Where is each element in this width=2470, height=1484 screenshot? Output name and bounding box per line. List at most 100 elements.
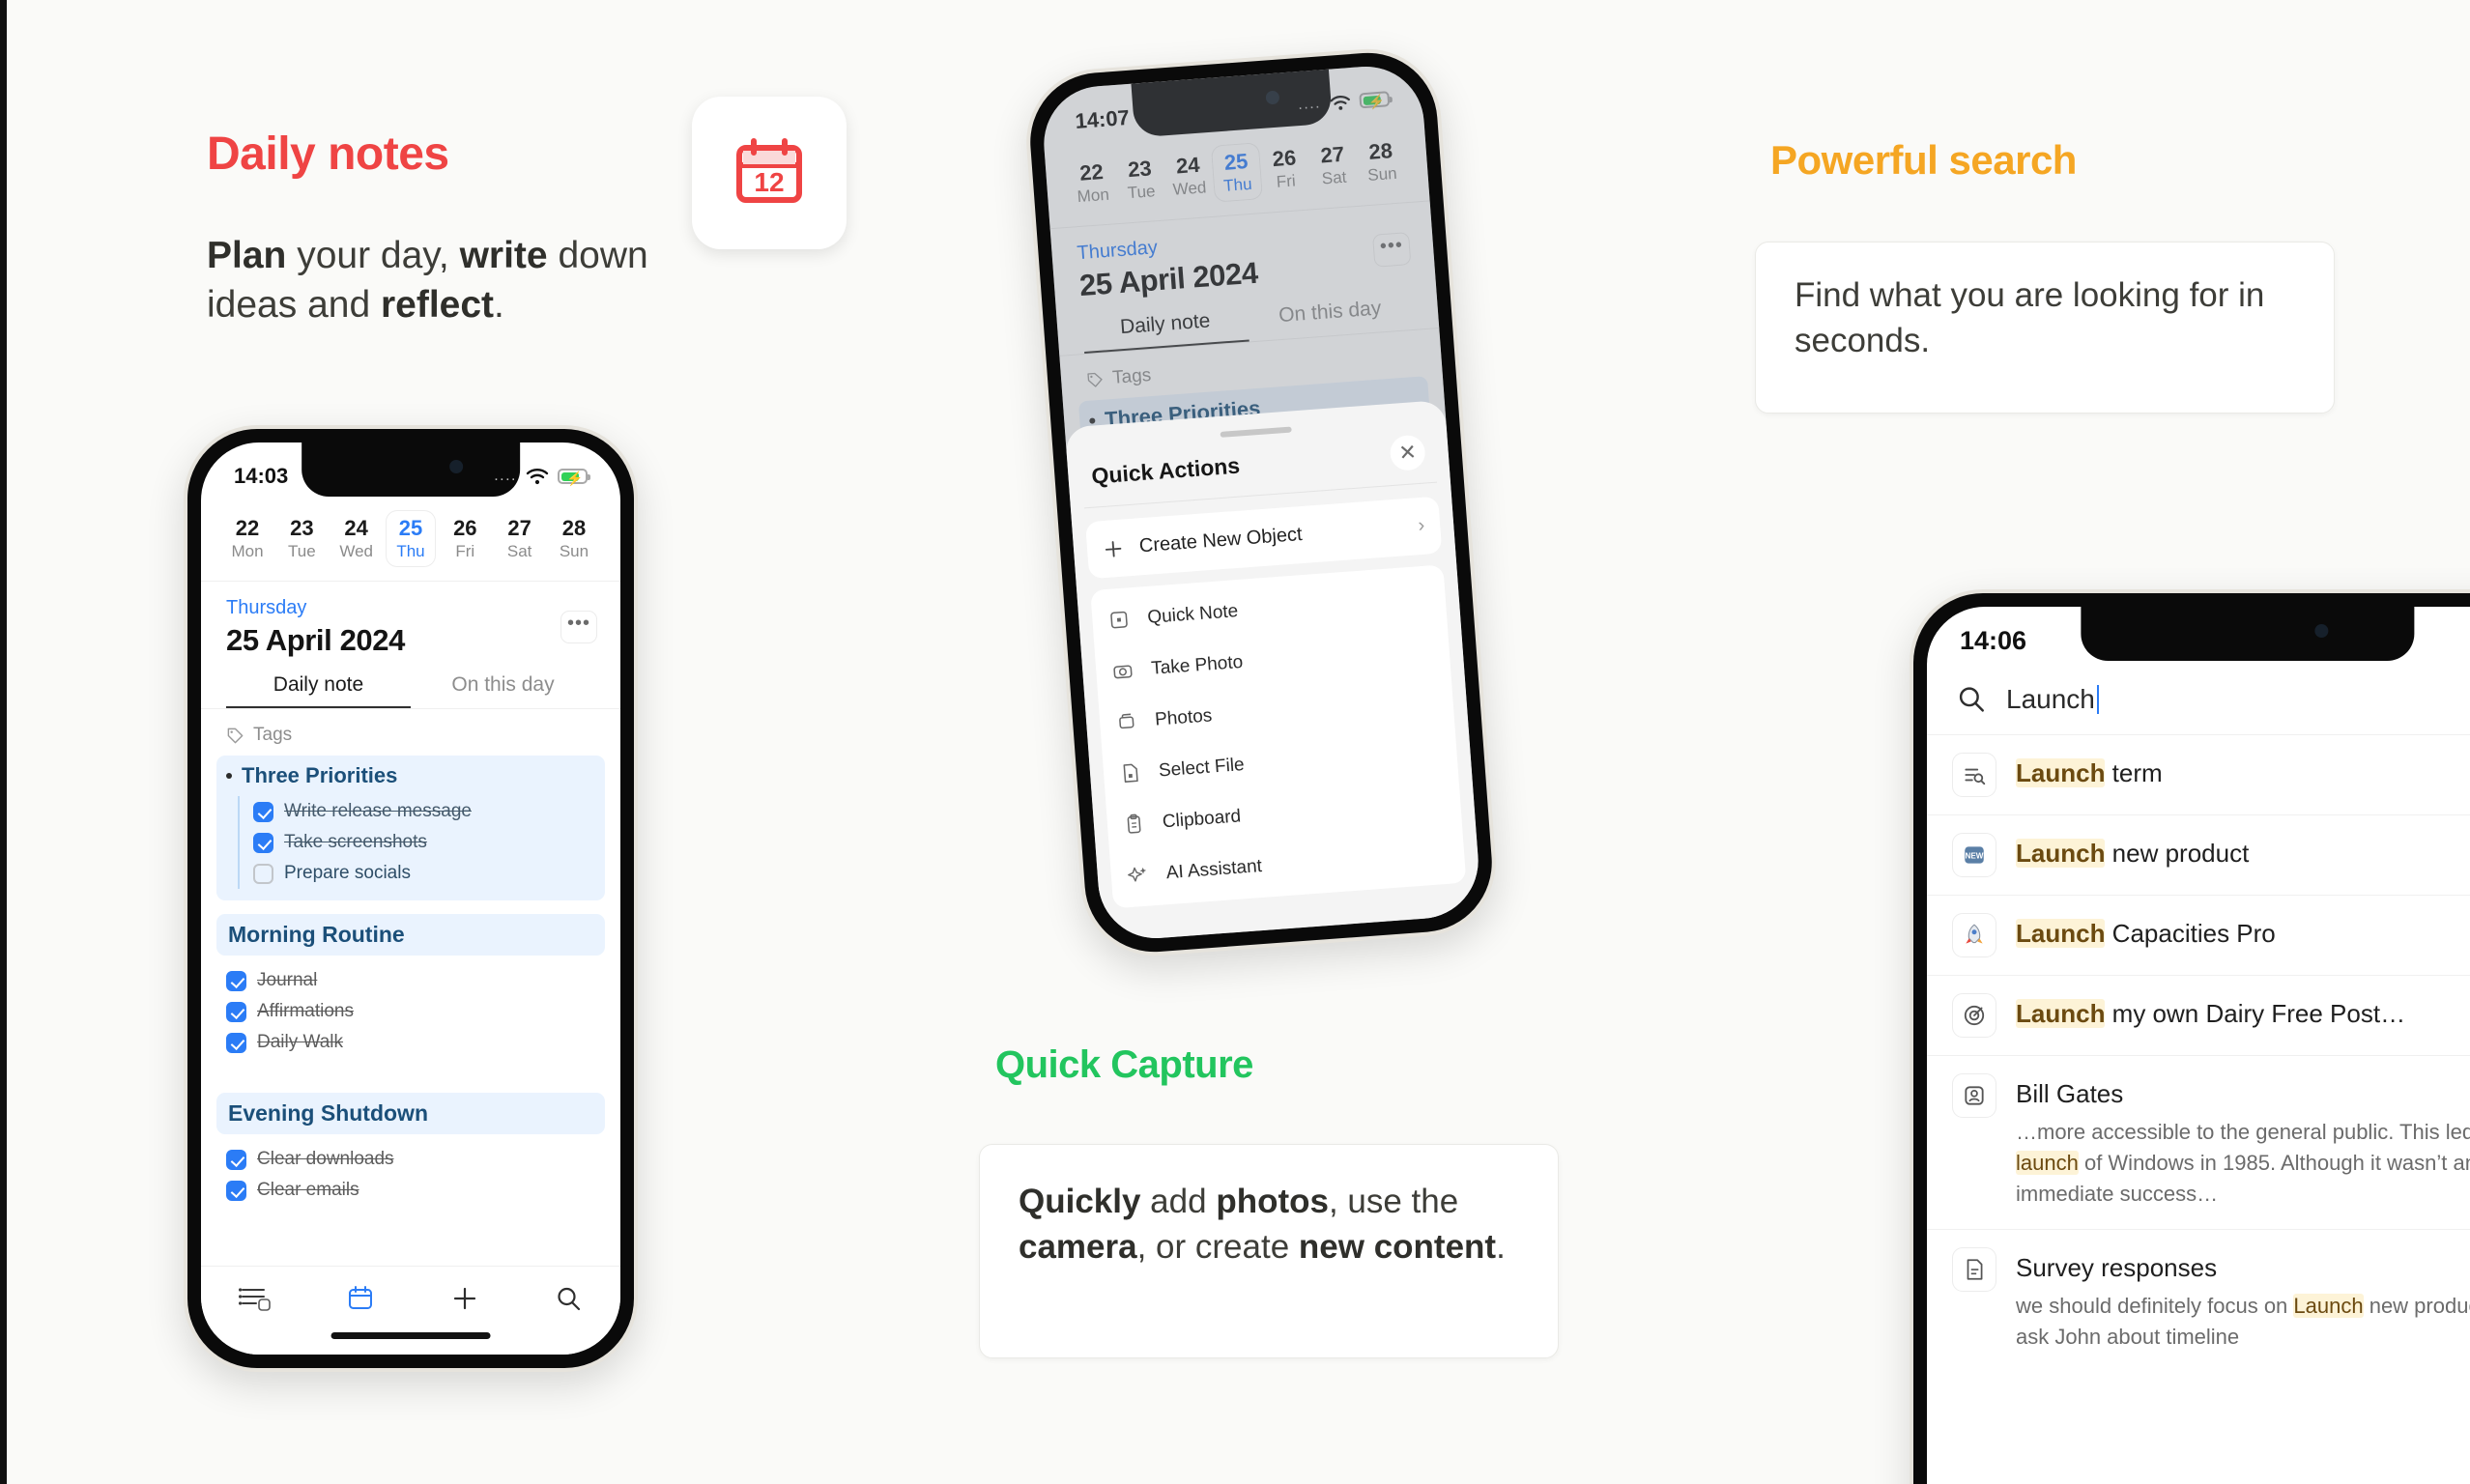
calendar-icon[interactable] [346, 1284, 375, 1313]
day-cell-sat[interactable]: 27 Sat [495, 510, 545, 567]
day-number: 23 [290, 516, 314, 540]
plus-icon[interactable] [450, 1284, 479, 1313]
emphasis-text: camera [1019, 1227, 1137, 1266]
checkbox-checked-icon[interactable] [226, 1001, 246, 1022]
left-edge-strip [0, 0, 7, 1484]
day-cell-wed[interactable]: 24 Wed [331, 510, 382, 567]
morning-routine-list[interactable]: Journal Affirmations Daily Walk [201, 961, 620, 1058]
bullet-icon [226, 773, 232, 780]
search-query-text: Launch [2006, 684, 2095, 714]
checkbox-checked-icon[interactable] [226, 970, 246, 991]
note-tabs[interactable]: Daily note On this day [201, 662, 620, 709]
search-result-snippet: …more accessible to the general public. … [2016, 1109, 2470, 1212]
checkbox-empty-icon[interactable] [253, 863, 273, 884]
todo-item[interactable]: Take screenshots [253, 827, 595, 858]
target-icon [1952, 993, 1996, 1038]
emphasis-text: Plan [207, 235, 287, 276]
new-icon: NEW [1952, 833, 1996, 877]
quick-action-label: AI Assistant [1165, 855, 1263, 883]
plain-text: . [494, 283, 504, 326]
tag-icon [227, 728, 244, 744]
emphasis-text: photos [1216, 1183, 1329, 1220]
todo-item[interactable]: Affirmations [226, 996, 595, 1027]
quick-action-label: Take Photo [1150, 651, 1244, 679]
search-highlight: Launch [2016, 758, 2106, 787]
todo-item[interactable]: Daily Walk [226, 1027, 595, 1058]
more-options-button[interactable]: ••• [560, 611, 597, 644]
day-of-week: Sun [559, 542, 589, 561]
quick-actions-sheet: Quick Actions ✕ Create New Object › Quic… [1064, 399, 1482, 943]
week-strip-left[interactable]: 22 Mon 23 Tue 24 Wed 25 Thu 26 Fri 27 Sat 28 Sun [201, 499, 620, 581]
day-number: 24 [344, 516, 368, 540]
section-evening-shutdown: Evening Shutdown [216, 1093, 605, 1135]
powerful-search-title: Powerful search [1770, 137, 2077, 183]
sheet-grabber[interactable] [1220, 426, 1292, 438]
evening-shutdown-list[interactable]: Clear downloads Clear emails [201, 1140, 620, 1206]
snippet-highlight: launch [2016, 1150, 2079, 1175]
search-result-row[interactable]: Survey responses we should definitely foc… [1927, 1228, 2470, 1372]
todo-item[interactable]: Write release message [253, 796, 595, 827]
signal-icon: .... [494, 468, 517, 484]
day-number: 27 [507, 516, 531, 540]
phone-mid-quick-actions: 14:07 .... ⚡ 22 Mon 23 Tue 24 Wed 25 Thu 26 Fri 27… [1020, 43, 1502, 961]
checkbox-checked-icon[interactable] [226, 1032, 246, 1053]
checkbox-checked-icon[interactable] [226, 1180, 246, 1201]
block-title-text: Three Priorities [242, 763, 398, 788]
day-number: 25 [398, 516, 423, 540]
bottom-tab-bar[interactable] [201, 1266, 620, 1355]
day-cell-mon[interactable]: 22 Mon [222, 510, 273, 567]
quick-capture-title: Quick Capture [995, 1043, 1253, 1086]
day-cell-sun[interactable]: 28 Sun [549, 510, 599, 567]
quick-actions-title: Quick Actions [1090, 452, 1241, 489]
snippet-text: of Windows in 1985. Although it wasn’t a… [2016, 1150, 2470, 1206]
search-result-row[interactable]: Launch my own Dairy Free Post… [1927, 975, 2470, 1055]
file-icon [1123, 763, 1138, 783]
status-bar: 14:06 .... [1927, 607, 2470, 663]
search-result-row[interactable]: Bill Gates …more accessible to the genera… [1927, 1055, 2470, 1229]
rocket-icon [1952, 913, 1996, 957]
day-cell-thu[interactable]: 25 Thu [386, 510, 436, 567]
todo-item[interactable]: Journal [226, 965, 595, 996]
todo-label: Clear downloads [257, 1149, 394, 1170]
calendar-badge-icon: 12 [692, 97, 847, 249]
plain-text: . [1496, 1227, 1506, 1266]
search-input[interactable]: Launch [2006, 684, 2099, 715]
search-result-row[interactable]: Launch Capacities Pro [1927, 895, 2470, 975]
todo-item[interactable]: Prepare socials [253, 858, 595, 889]
phone-bezel: 14:03 .... ⚡ 22 Mon 23 Tue 24 Wed 25 Thu 26 Fr [187, 429, 634, 1368]
tab-on-this-day[interactable]: On this day [411, 673, 595, 708]
quick-actions-list[interactable]: Quick Note Take Photo Photos Select File Cli… [1090, 564, 1467, 909]
person-icon [1952, 1073, 1996, 1118]
home-indicator [330, 1332, 491, 1339]
search-bar[interactable]: Launch C [1927, 663, 2470, 734]
tags-row[interactable]: Tags [201, 709, 620, 756]
survey-icon [1952, 1246, 1996, 1292]
tab-daily-note[interactable]: Daily note [226, 673, 411, 709]
search-result-title: Bill Gates [2016, 1079, 2124, 1108]
checkbox-checked-icon[interactable] [253, 801, 273, 822]
snippet-highlight: Launch [2293, 1293, 2364, 1318]
page-root: Daily notes 12 Plan your day, write down… [0, 0, 2470, 1484]
search-results-list[interactable]: Launch term NEW Launch new product Launch C… [1927, 734, 2470, 1371]
quick-action-label: Photos [1154, 704, 1213, 730]
day-of-week: Tue [287, 542, 316, 561]
search-icon[interactable] [554, 1284, 583, 1313]
day-cell-fri[interactable]: 26 Fri [440, 510, 490, 567]
search-result-row[interactable]: Launch term [1927, 734, 2470, 814]
checkbox-checked-icon[interactable] [253, 832, 273, 853]
todo-item[interactable]: Clear downloads [226, 1144, 595, 1175]
day-cell-tue[interactable]: 23 Tue [276, 510, 327, 567]
todo-label: Prepare socials [284, 863, 411, 884]
create-new-object-button[interactable]: Create New Object › [1085, 496, 1443, 580]
close-icon[interactable]: ✕ [1389, 434, 1426, 472]
list-object-icon[interactable] [238, 1284, 272, 1313]
search-result-title: Launch Capacities Pro [2016, 919, 2276, 948]
search-result-title: Launch new product [2016, 839, 2250, 868]
quick-capture-card: Quickly add photos, use the camera, or c… [979, 1144, 1559, 1358]
search-result-row[interactable]: NEW Launch new product [1927, 814, 2470, 895]
priorities-list[interactable]: Write release message Take screenshots Pre… [238, 796, 595, 890]
todo-item[interactable]: Clear emails [226, 1175, 595, 1206]
checkbox-checked-icon[interactable] [226, 1149, 246, 1170]
weekday-label: Thursday [226, 597, 307, 619]
note-icon [1110, 611, 1128, 629]
